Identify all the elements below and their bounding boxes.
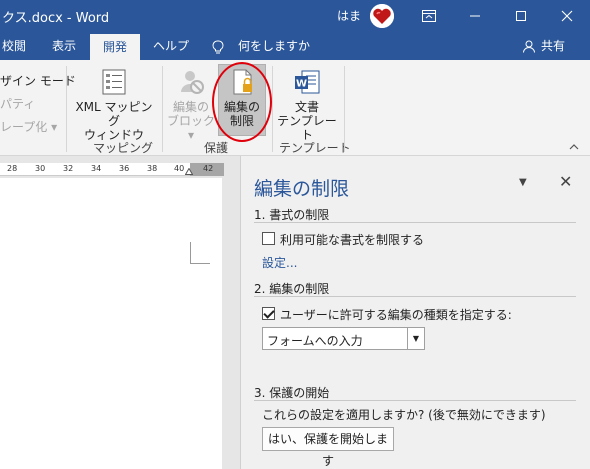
section-divider (254, 400, 576, 401)
apply-question-text: これらの設定を適用しますか? (後で無効にできます) (262, 408, 546, 422)
settings-link[interactable]: 設定... (262, 254, 297, 271)
editing-restriction-label[interactable]: ユーザーに許可する編集の種類を指定する: (280, 306, 512, 323)
vertical-scrollbar[interactable] (224, 156, 240, 469)
ruler-tick: 34 (91, 164, 102, 173)
collapse-ribbon-icon[interactable] (569, 140, 579, 154)
ruler-tick: 42 (203, 164, 214, 173)
tab-review[interactable]: 校閲 (2, 32, 26, 60)
title-bar: クス.docx - Word はま (0, 0, 590, 32)
document-area: 28 30 32 34 36 38 40 42 (0, 156, 240, 469)
margin-corner-mark (190, 242, 210, 264)
document-template-label: 文書 テンプレート (277, 100, 337, 142)
ruler-tick: 28 (7, 164, 18, 173)
ribbon: ザイン モード パティ レープ化 ▾ XML マッピング ウィンドウ マッピング… (0, 60, 590, 156)
share-user-icon[interactable] (523, 32, 535, 60)
ruler-tick: 40 (174, 164, 185, 173)
ruler-tick: 38 (147, 164, 158, 173)
pane-title: 編集の制限 (254, 178, 350, 200)
xml-mapping-label: XML マッピング ウィンドウ (75, 100, 153, 142)
user-name[interactable]: はま (337, 7, 361, 24)
protect-group-label: 保護 (204, 141, 229, 155)
group-separator (344, 66, 345, 152)
ruler-tick: 32 (63, 164, 74, 173)
editing-type-value: フォームへの入力 (267, 334, 363, 348)
group-button[interactable]: レープ化 ▾ (0, 118, 57, 135)
avatar[interactable] (370, 4, 394, 28)
section-editing-heading: 2. 編集の制限 (254, 282, 330, 296)
ruler-tick: 36 (119, 164, 130, 173)
properties-button[interactable]: パティ (0, 95, 35, 112)
block-authors-icon (181, 71, 204, 94)
block-authors-button[interactable]: 編集の ブロック ▾ (166, 68, 216, 142)
section-divider (254, 222, 576, 223)
lightbulb-icon[interactable] (212, 32, 224, 60)
minimize-icon[interactable] (452, 0, 498, 32)
section-divider (254, 296, 576, 297)
red-highlight-circle (212, 62, 272, 142)
ruler-tick: 30 (35, 164, 46, 173)
group-separator (272, 66, 273, 152)
start-protection-button[interactable]: はい、保護を開始します (262, 427, 394, 468)
tab-developer[interactable]: 開発 (90, 34, 140, 60)
format-restriction-label[interactable]: 利用可能な書式を制限する (280, 231, 424, 248)
restrict-editing-pane: 編集の制限 ▼ ✕ 1. 書式の制限 利用可能な書式を制限する 設定... 2.… (240, 156, 590, 469)
svg-text:W: W (296, 79, 307, 90)
pane-options-icon[interactable]: ▼ (519, 177, 527, 188)
tab-view[interactable]: 表示 (52, 32, 76, 60)
editing-restriction-checkbox[interactable] (262, 307, 275, 320)
indent-marker-icon[interactable] (184, 167, 194, 177)
editing-type-select[interactable]: フォームへの入力 ▼ (262, 327, 425, 350)
tab-help[interactable]: ヘルプ (153, 32, 189, 60)
horizontal-ruler[interactable]: 28 30 32 34 36 38 40 42 (0, 163, 224, 176)
ribbon-display-options-icon[interactable] (406, 0, 452, 32)
group-separator (66, 66, 67, 152)
section-start-heading: 3. 保護の開始 (254, 386, 330, 400)
window-title: クス.docx - Word (2, 11, 110, 26)
share-button[interactable]: 共有 (541, 32, 565, 60)
maximize-icon[interactable] (498, 0, 544, 32)
section-formatting-heading: 1. 書式の制限 (254, 208, 330, 222)
pane-close-icon[interactable]: ✕ (559, 172, 572, 191)
block-authors-label: 編集の ブロック ▾ (166, 100, 215, 142)
mapping-group-label: マッピング (93, 141, 154, 155)
ribbon-tabs: 校閲 表示 開発 ヘルプ 何をしますか 共有 (0, 32, 590, 60)
group-separator (162, 66, 163, 152)
xml-mapping-button[interactable]: XML マッピング ウィンドウ (72, 68, 156, 142)
word-template-icon: W (295, 70, 320, 94)
tell-me-search[interactable]: 何をしますか (238, 32, 310, 60)
document-template-button[interactable]: W 文書 テンプレート (274, 68, 340, 142)
document-page[interactable] (0, 178, 222, 469)
format-restriction-checkbox[interactable] (262, 232, 275, 245)
design-mode-button[interactable]: ザイン モード (0, 72, 76, 89)
chevron-down-icon[interactable]: ▼ (407, 328, 424, 349)
close-icon[interactable] (544, 0, 590, 32)
template-group-label: テンプレート (279, 141, 351, 155)
xml-mapping-icon (102, 69, 126, 95)
